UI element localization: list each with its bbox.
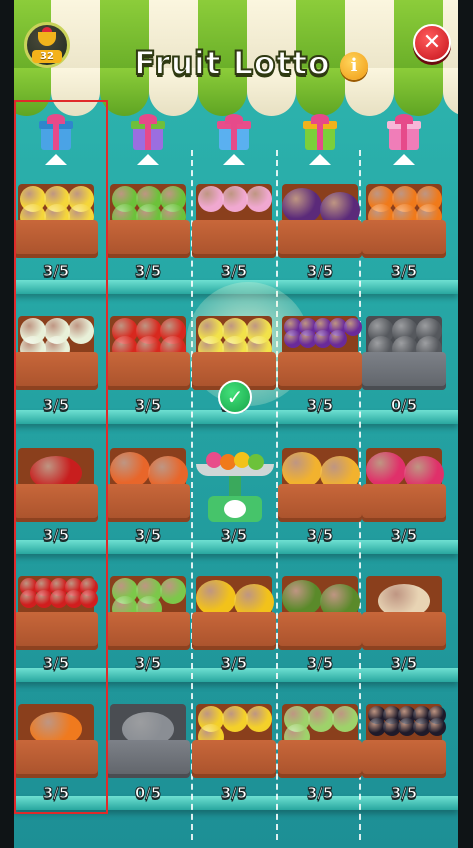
- progress-count: 3/5: [390, 784, 418, 803]
- turnip-icon: [222, 186, 248, 212]
- cabbage-icon: [160, 578, 186, 604]
- progress-count: 3/5: [220, 654, 248, 673]
- crate-leek[interactable]: [278, 700, 362, 778]
- crate-front: [362, 352, 446, 390]
- crate-pumpkin[interactable]: [106, 444, 190, 522]
- gift-icon[interactable]: [131, 114, 165, 152]
- crate-dragon-fruit[interactable]: [362, 444, 446, 522]
- progress-count: 0/5: [390, 396, 418, 415]
- progress-count: 3/5: [220, 526, 248, 545]
- cup-shape: [38, 32, 56, 46]
- banana-icon: [222, 706, 248, 732]
- pineapple-icon: [282, 452, 322, 488]
- turnip-icon: [246, 186, 272, 212]
- crate-blackberry[interactable]: [362, 700, 446, 778]
- grape-icon: [329, 330, 347, 348]
- close-icon[interactable]: ✕: [413, 24, 451, 62]
- up-arrow-icon: [223, 154, 245, 165]
- gift-icon[interactable]: [303, 114, 337, 152]
- avocado-icon: [282, 580, 322, 616]
- blackberry-icon: [428, 718, 446, 736]
- crate-cabbage[interactable]: [106, 572, 190, 650]
- leek-icon: [308, 706, 334, 732]
- progress-count: 3/5: [390, 526, 418, 545]
- progress-count: 3/5: [220, 262, 248, 281]
- crate-front: [192, 220, 276, 258]
- banana-icon: [246, 706, 272, 732]
- crate-turnip[interactable]: [192, 180, 276, 258]
- crate-tomato[interactable]: [106, 312, 190, 390]
- scale-icon[interactable]: [192, 440, 278, 526]
- gift-icon[interactable]: [217, 114, 251, 152]
- gift-icon[interactable]: [387, 114, 421, 152]
- crate-front: [192, 740, 276, 778]
- crate-gray-unknown[interactable]: [362, 312, 446, 390]
- crate-corn[interactable]: [192, 572, 276, 650]
- crate-front: [278, 740, 362, 778]
- crate-green-apple[interactable]: [106, 180, 190, 258]
- column-selection-outline: [14, 100, 108, 814]
- crate-grape[interactable]: [278, 312, 362, 390]
- progress-count: 3/5: [306, 262, 334, 281]
- corn-icon: [196, 580, 236, 616]
- awning-scallop: [443, 68, 458, 116]
- crate-front: [362, 612, 446, 650]
- crate-front: [106, 484, 190, 522]
- level-badge: 32: [32, 50, 62, 63]
- crate-front: [278, 352, 362, 390]
- progress-count: 3/5: [134, 654, 162, 673]
- crate-front: [278, 220, 362, 258]
- crate-front: [106, 220, 190, 258]
- progress-count: 3/5: [134, 262, 162, 281]
- progress-count: 3/5: [306, 396, 334, 415]
- crate-front: [106, 612, 190, 650]
- crate-front: [362, 484, 446, 522]
- trophy-icon[interactable]: 32: [24, 22, 70, 68]
- crate-watermelon-slice[interactable]: [106, 700, 190, 778]
- progress-count: 3/5: [306, 526, 334, 545]
- grape-icon: [344, 318, 362, 336]
- eggplant-icon: [282, 188, 322, 224]
- crate-front: [106, 352, 190, 390]
- up-arrow-icon: [309, 154, 331, 165]
- leek-icon: [332, 706, 358, 732]
- crate-front: [278, 484, 362, 522]
- progress-count: 3/5: [306, 784, 334, 803]
- progress-count: 0/5: [134, 784, 162, 803]
- crate-front: [192, 612, 276, 650]
- progress-count: 3/5: [220, 784, 248, 803]
- crate-eggplant[interactable]: [278, 180, 362, 258]
- crate-avocado[interactable]: [278, 572, 362, 650]
- crate-front: [362, 740, 446, 778]
- crate-orange[interactable]: [362, 180, 446, 258]
- up-arrow-icon: [393, 154, 415, 165]
- awning-scallop: [394, 68, 443, 116]
- progress-count: 3/5: [390, 654, 418, 673]
- pumpkin-icon: [110, 452, 150, 488]
- crate-front: [362, 220, 446, 258]
- page-title: Fruit Lotto: [133, 43, 331, 83]
- progress-count: 3/5: [134, 526, 162, 545]
- progress-count: 3/5: [306, 654, 334, 673]
- checkmark-icon: ✓: [218, 380, 252, 414]
- crate-banana[interactable]: [192, 700, 276, 778]
- crate-mushroom[interactable]: [362, 572, 446, 650]
- progress-count: 3/5: [390, 262, 418, 281]
- crate-front: [278, 612, 362, 650]
- turnip-icon: [198, 186, 224, 212]
- crate-front: [106, 740, 190, 778]
- crate-pineapple[interactable]: [278, 444, 362, 522]
- dragon-fruit-icon: [366, 452, 406, 488]
- up-arrow-icon: [137, 154, 159, 165]
- crate-pear[interactable]: [192, 312, 276, 390]
- progress-count: 3/5: [134, 396, 162, 415]
- info-icon[interactable]: i: [340, 52, 368, 80]
- produce-on-scale: [248, 454, 264, 470]
